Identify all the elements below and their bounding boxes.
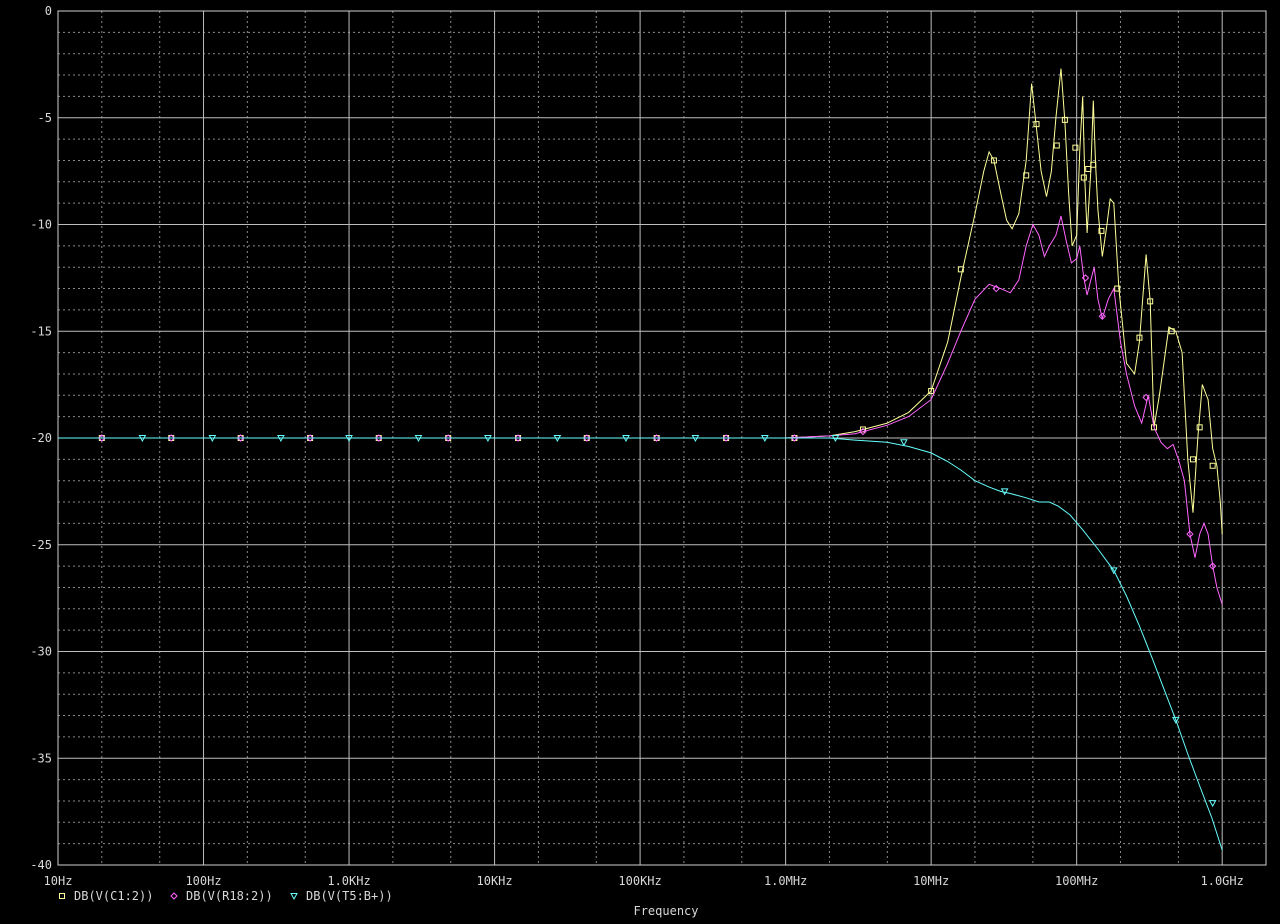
y-tick-label: -25 bbox=[30, 538, 52, 552]
x-tick-label: 1.0KHz bbox=[327, 874, 370, 888]
y-tick-label: 0 bbox=[45, 4, 52, 18]
legend-item: DB(V(R18:2)) bbox=[170, 889, 273, 903]
legend-item: DB(V(T5:B+)) bbox=[290, 889, 393, 903]
legend-item: DB(V(C1:2)) bbox=[59, 889, 153, 903]
x-axis-title: Frequency bbox=[633, 904, 698, 918]
y-tick-label: -20 bbox=[30, 431, 52, 445]
frequency-response-chart: 0 -5 -10 -15 -20 -25 -30 -35 -40 10Hz 100Hz 1.0KHz… bbox=[0, 0, 1280, 924]
y-tick-label: -5 bbox=[38, 111, 52, 125]
x-tick-label: 100KHz bbox=[618, 874, 661, 888]
x-tick-label: 10KHz bbox=[477, 874, 513, 888]
legend-label: DB(V(C1:2)) bbox=[74, 889, 153, 903]
x-tick-label: 100Hz bbox=[185, 874, 221, 888]
y-tick-label: -35 bbox=[30, 751, 52, 765]
legend-label: DB(V(T5:B+)) bbox=[306, 889, 393, 903]
x-tick-label: 100MHz bbox=[1055, 874, 1098, 888]
y-tick-label: -40 bbox=[30, 858, 52, 872]
y-tick-label: -30 bbox=[30, 645, 52, 659]
legend: DB(V(C1:2)) DB(V(R18:2)) DB(V(T5:B+)) bbox=[59, 889, 393, 903]
y-tick-label: -10 bbox=[30, 218, 52, 232]
y-tick-label: -15 bbox=[30, 324, 52, 338]
x-tick-label: 10Hz bbox=[44, 874, 73, 888]
x-tick-label: 1.0MHz bbox=[764, 874, 807, 888]
x-tick-label: 1.0GHz bbox=[1201, 874, 1244, 888]
x-tick-label: 10MHz bbox=[913, 874, 949, 888]
legend-label: DB(V(R18:2)) bbox=[186, 889, 273, 903]
